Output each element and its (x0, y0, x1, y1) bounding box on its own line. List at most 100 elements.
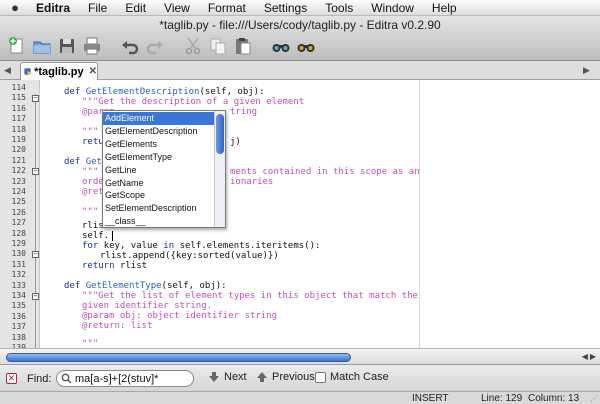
tab-strip: ◀ *taglib.py ✕ ▶ (0, 61, 600, 80)
print-icon[interactable] (81, 35, 103, 57)
line-number: 128 (11, 228, 26, 238)
tab-label: *taglib.py (34, 65, 84, 78)
line-number: 136 (11, 311, 26, 321)
line-number: 125 (11, 197, 26, 207)
menu-help[interactable]: Help (423, 1, 466, 15)
line-number: 122 (11, 166, 26, 176)
menu-file[interactable]: File (79, 1, 116, 15)
tab-scroll-left-icon[interactable]: ◀ (4, 65, 11, 76)
code-line-138: @return: list (82, 321, 153, 331)
menu-view[interactable]: View (155, 1, 199, 15)
autocomplete-item[interactable]: SetElementDescription (103, 202, 215, 215)
code-line-123a: """ (82, 167, 99, 177)
paste-icon[interactable] (232, 35, 254, 57)
code-editor[interactable]: 114 115−116 117 118 119 120 121 122−123 124 125 12… (0, 80, 600, 348)
scroll-arrows: ◀ ▶ (582, 352, 596, 361)
code-line-140: """ (82, 339, 99, 348)
tab-scroll-right-icon[interactable]: ▶ (583, 65, 590, 76)
apple-menu-icon[interactable]: ● (0, 0, 30, 15)
undo-icon[interactable] (119, 35, 141, 57)
autocomplete-item[interactable]: __class__ (103, 215, 215, 227)
close-find-icon[interactable]: ✕ (6, 373, 17, 384)
code-line-132: return rlist (82, 261, 148, 271)
menu-edit[interactable]: Edit (116, 1, 155, 15)
autocomplete-scroll-thumb[interactable] (216, 114, 224, 154)
find-next-label: Next (224, 371, 247, 383)
resize-grip-icon[interactable]: ⋰ (590, 394, 598, 403)
code-line-125: @ret (82, 187, 104, 197)
line-number: 121 (11, 155, 26, 165)
find-next-button[interactable]: Next (208, 371, 247, 383)
find-replace-icon[interactable] (295, 35, 317, 57)
code-line-119a: retu (82, 137, 104, 147)
scroll-left-icon[interactable]: ◀ (582, 352, 588, 361)
editra-window: ● Editra File Edit View Format Settings … (0, 0, 600, 404)
code-line-127: """ (82, 207, 99, 217)
autocomplete-item[interactable]: GetElementType (103, 151, 215, 164)
code-line-128: rlis (82, 221, 104, 231)
find-icon[interactable] (270, 35, 292, 57)
line-number: 137 (11, 322, 26, 332)
line-number: 117 (11, 114, 26, 124)
autocomplete-item[interactable]: GetName (103, 177, 215, 190)
code-line-134: def GetElementType(self, obj): (64, 281, 227, 291)
toolbar (6, 33, 317, 59)
arrow-up-icon (257, 372, 267, 382)
line-number: 124 (11, 187, 26, 196)
code-line-123b: ments contained in this scope as an (230, 167, 420, 177)
find-label: Find: (27, 373, 52, 385)
find-search-box[interactable] (56, 370, 194, 387)
horizontal-scroll-thumb[interactable] (6, 353, 351, 362)
match-case-checkbox[interactable]: Match Case (315, 371, 389, 383)
fold-marker-icon[interactable]: − (32, 293, 39, 300)
text-cursor (112, 231, 113, 241)
autocomplete-item[interactable]: GetLine (103, 164, 215, 177)
cut-icon[interactable] (182, 35, 204, 57)
find-previous-button[interactable]: Previous (256, 371, 315, 383)
window-chrome: *taglib.py - file:///Users/cody/taglib.p… (0, 16, 600, 61)
save-icon[interactable] (56, 35, 78, 57)
line-number-gutter: 114 115−116 117 118 119 120 121 122−123 124 125 12… (0, 80, 40, 348)
code-line-115: def GetElementDescription(self, obj): (64, 87, 265, 97)
status-mode: INSERT (412, 393, 449, 404)
find-bar: ✕ Find: Next Previous Match Case (0, 364, 600, 391)
fold-marker-icon[interactable]: − (32, 95, 39, 103)
code-line-130: for key, value in self.elements.iteritem… (82, 241, 321, 251)
line-number: 134 (11, 291, 26, 300)
line-number: 126 (11, 207, 26, 217)
fold-marker-icon[interactable]: − (32, 251, 39, 259)
menu-settings[interactable]: Settings (255, 1, 316, 15)
find-input[interactable] (75, 372, 185, 385)
window-title: *taglib.py - file:///Users/cody/taglib.p… (159, 18, 441, 32)
open-file-icon[interactable] (31, 35, 53, 57)
match-case-box[interactable] (315, 371, 326, 383)
autocomplete-item[interactable]: GetScope (103, 189, 215, 202)
autocomplete-item[interactable]: AddElement (103, 112, 215, 125)
autocomplete-item[interactable]: GetElements (103, 138, 215, 151)
menu-format[interactable]: Format (199, 1, 255, 15)
code-line-131: rlist.append({key:sorted(value)}) (100, 251, 279, 261)
tab-taglib[interactable]: *taglib.py ✕ (20, 62, 98, 80)
redo-icon[interactable] (144, 35, 166, 57)
menu-window[interactable]: Window (362, 1, 423, 15)
fold-marker-icon[interactable]: − (32, 168, 39, 176)
scroll-right-icon[interactable]: ▶ (590, 352, 596, 361)
line-number: 123 (11, 176, 26, 186)
code-line-118: """ (82, 127, 99, 137)
autocomplete-scrollbar[interactable] (214, 111, 225, 227)
new-file-icon[interactable] (6, 35, 28, 57)
tab-close-icon[interactable]: ✕ (89, 66, 97, 77)
autocomplete-popup[interactable]: AddElement GetElementDescription GetElemen… (102, 110, 226, 228)
menu-bar: ● Editra File Edit View Format Settings … (0, 0, 600, 16)
status-bar: INSERT Line: 129 Column: 13 ⋰ (0, 391, 600, 404)
line-number: 115 (11, 93, 26, 103)
menu-app[interactable]: Editra (30, 1, 79, 15)
autocomplete-item[interactable]: GetElementDescription (103, 125, 215, 138)
code-text[interactable]: def GetElementDescription(self, obj): ""… (42, 80, 420, 348)
search-icon[interactable] (61, 373, 72, 384)
line-number: 114 (11, 83, 26, 92)
horizontal-scrollbar[interactable]: ◀ ▶ (0, 348, 600, 364)
line-number: 135 (11, 301, 26, 311)
copy-icon[interactable] (207, 35, 229, 57)
menu-tools[interactable]: Tools (316, 1, 362, 15)
